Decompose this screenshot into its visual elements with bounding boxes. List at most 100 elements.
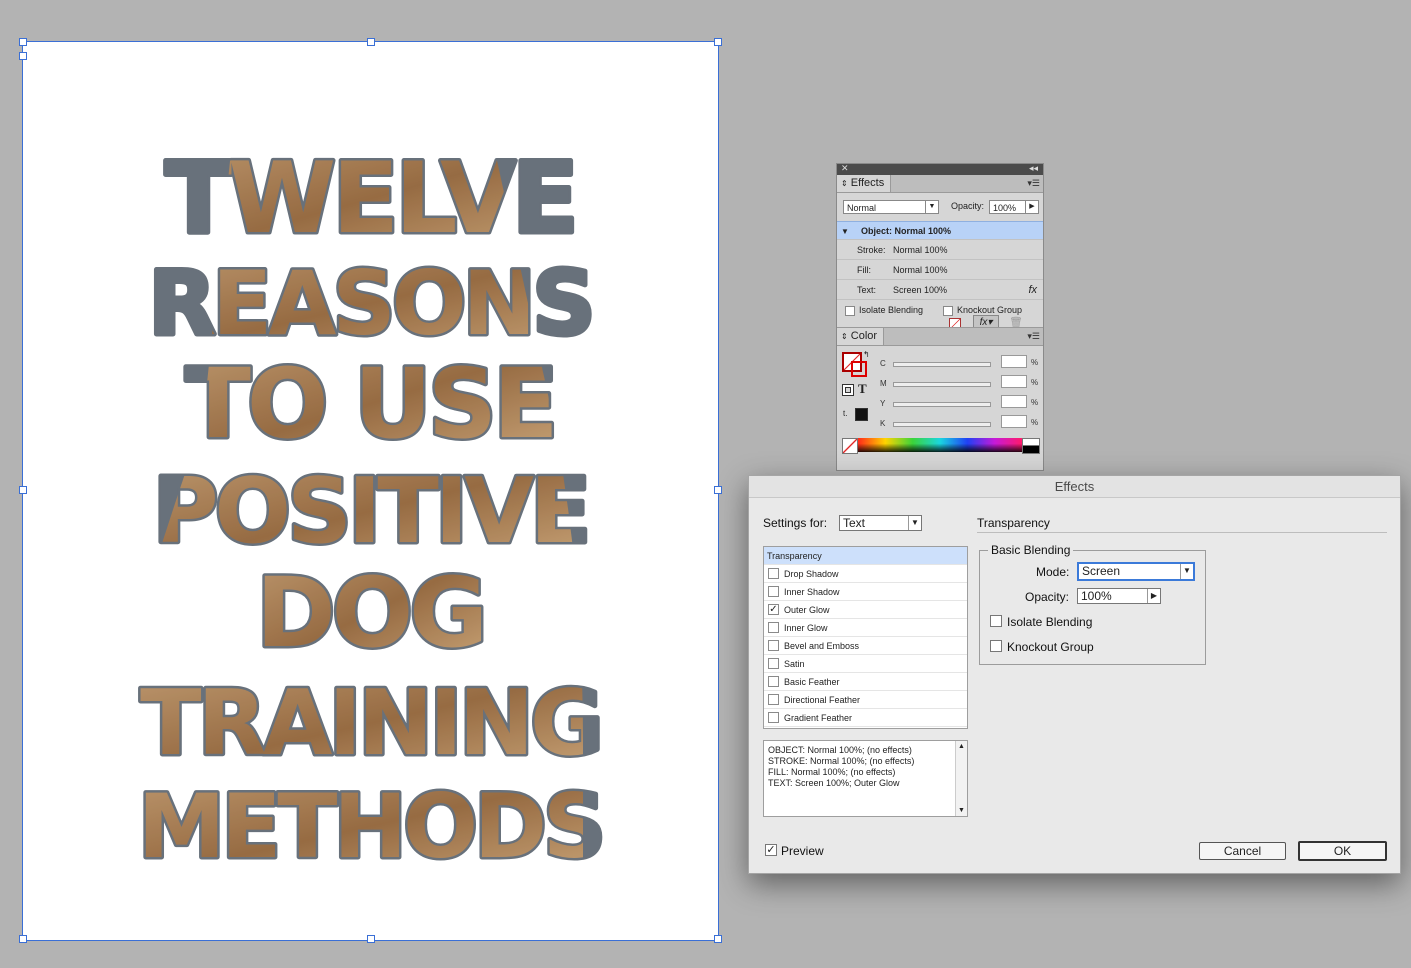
effects-list-item[interactable]: Basic Feather [764,673,967,691]
effects-list-item[interactable]: Inner Glow [764,619,967,637]
panel-menu-icon[interactable]: ▾☰ [1027,331,1040,342]
document-page[interactable]: TWELVE REASONS TO USE POSITIVE DOG TRAIN… [19,38,722,943]
effects-list-item[interactable]: Drop Shadow [764,565,967,583]
effects-panel-tab[interactable]: ⇕ Effects [837,175,892,192]
collapse-icon[interactable]: ◂◂ [1029,163,1038,174]
stroke-level-row[interactable]: Stroke: Normal 100% [837,241,1043,260]
scroll-down-icon[interactable]: ▼ [958,805,965,816]
yellow-slider[interactable] [893,402,991,407]
ok-button[interactable]: OK [1298,841,1387,861]
black-label: K [880,419,886,428]
scroll-up-icon[interactable]: ▲ [958,741,965,752]
cyan-slider[interactable] [893,362,991,367]
summary-scrollbar[interactable]: ▲ ▼ [955,741,967,816]
effect-checkbox[interactable]: ✓ [768,604,779,615]
mode-select[interactable]: Screen ▼ [1077,562,1195,581]
effect-checkbox[interactable] [768,640,779,651]
black-slider[interactable] [893,422,991,427]
cyan-input[interactable] [1001,355,1027,368]
text-level-label: Text: [857,285,877,295]
effects-summary: OBJECT: Normal 100%; (no effects) STROKE… [763,740,968,817]
effect-checkbox[interactable] [768,568,779,579]
stroke-swatch-icon[interactable] [851,361,867,377]
resize-handle-mr[interactable] [714,486,722,494]
effects-list-item[interactable]: Bevel and Emboss [764,637,967,655]
opacity-label: Opacity: [951,201,985,211]
knockout-group-label: Knockout Group [957,305,1023,315]
resize-handle-tl[interactable] [19,38,27,46]
effect-checkbox[interactable] [768,712,779,723]
resize-handle-bm[interactable] [367,935,375,943]
magenta-input[interactable] [1001,375,1027,388]
opacity-stepper-icon[interactable]: ▶ [1147,589,1160,603]
text-level-row[interactable]: Text: Screen 100% fx [837,281,1043,300]
effect-label: Outer Glow [784,605,830,615]
effects-list-item[interactable]: Inner Shadow [764,583,967,601]
close-icon[interactable]: ✕ [841,163,849,174]
poster-line-3-photo: TO USE [185,348,554,460]
effect-checkbox[interactable] [768,694,779,705]
opacity-input[interactable]: 100% ▶ [989,200,1039,214]
preview-label: Preview [781,844,824,858]
opacity-field[interactable]: 100% ▶ [1077,588,1161,604]
poster-line-7-photo: METHODS [138,775,603,878]
cancel-button[interactable]: Cancel [1199,842,1286,860]
dialog-title[interactable]: Effects [749,476,1400,498]
object-level-row[interactable]: ▼ Object: Normal 100% [837,221,1043,240]
chevron-down-icon: ▼ [1180,564,1193,579]
effects-list-item[interactable]: Transparency [764,547,967,565]
resize-handle-tl-inner[interactable] [19,52,27,60]
blend-mode-value: Normal [847,203,877,213]
poster-artwork[interactable]: TWELVE REASONS TO USE POSITIVE DOG TRAIN… [23,42,718,940]
black-input[interactable] [1001,415,1027,428]
knockout-group-checkbox[interactable] [943,306,953,316]
effect-checkbox[interactable] [768,676,779,687]
color-spectrum-ramp[interactable] [858,438,1022,452]
color-panel-tab[interactable]: ⇕ Color [837,328,885,345]
effects-list-item[interactable]: Directional Feather [764,691,967,709]
effect-checkbox[interactable] [768,658,779,669]
panel-menu-icon[interactable]: ▾☰ [1027,178,1040,189]
effect-label: Directional Feather [784,695,861,705]
effects-list-item[interactable]: ✓ Outer Glow [764,601,967,619]
floating-panel-group: ✕ ◂◂ ⇕ Effects ▾☰ Normal ▼ Opacity: 100%… [836,163,1044,471]
text-level-value: Screen 100% [893,285,948,295]
isolate-blending-checkbox[interactable] [990,615,1002,627]
blend-mode-select[interactable]: Normal ▼ [843,200,939,214]
stroke-level-label: Stroke: [857,245,886,255]
summary-line: TEXT: Screen 100%; Outer Glow [768,778,900,788]
cyan-label: C [880,359,886,368]
resize-handle-tm[interactable] [367,38,375,46]
effects-list-item[interactable]: Gradient Feather [764,709,967,727]
disclosure-triangle-icon[interactable]: ▼ [841,222,849,241]
effect-label: Gradient Feather [784,713,853,723]
resize-handle-bl[interactable] [19,935,27,943]
preview-checkbox[interactable]: ✓ [765,844,777,856]
effects-list-item[interactable]: Satin [764,655,967,673]
isolate-blending-checkbox[interactable] [845,306,855,316]
summary-line: OBJECT: Normal 100%; (no effects) [768,745,912,755]
swap-fill-stroke-icon[interactable]: ↰ [863,350,870,359]
effect-checkbox[interactable] [768,586,779,597]
effect-checkbox[interactable] [768,622,779,633]
resize-handle-ml[interactable] [19,486,27,494]
opacity-value: 100% [1081,589,1112,603]
black-swatch-icon[interactable] [855,408,868,421]
effect-label: Transparency [767,551,822,561]
settings-for-select[interactable]: Text ▼ [839,515,922,531]
black-swatch[interactable] [1022,445,1040,454]
tint-icon[interactable]: t. [843,409,847,418]
fill-level-row[interactable]: Fill: Normal 100% [837,261,1043,280]
formatting-text-icon[interactable]: T [858,381,867,397]
opacity-stepper-icon[interactable]: ▶ [1025,201,1038,213]
basic-blending-legend: Basic Blending [988,543,1074,557]
resize-handle-tr[interactable] [714,38,722,46]
resize-handle-br[interactable] [714,935,722,943]
none-swatch-icon[interactable] [842,438,858,454]
knockout-group-checkbox[interactable] [990,640,1002,652]
formatting-container-icon[interactable] [842,384,854,396]
panel-titlebar[interactable]: ✕ ◂◂ [837,163,1043,175]
isolate-blending-label: Isolate Blending [859,305,924,315]
yellow-input[interactable] [1001,395,1027,408]
magenta-slider[interactable] [893,382,991,387]
